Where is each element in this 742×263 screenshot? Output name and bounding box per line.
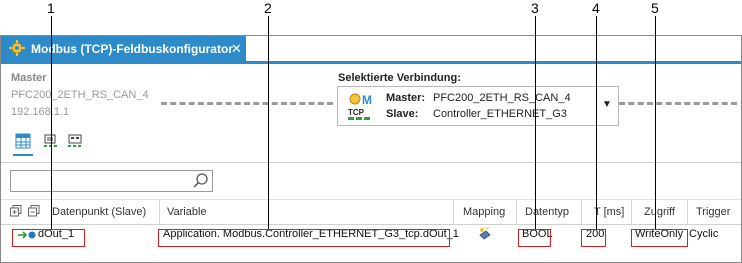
callout-box-1 <box>12 229 85 247</box>
close-icon[interactable]: ✕ <box>231 41 242 57</box>
connection-slave-key: Slave: <box>386 108 419 120</box>
device-view-icon[interactable] <box>67 133 83 149</box>
callout-1: 1 <box>47 0 55 16</box>
table-header: Datenpunkt (Slave) Variable Mapping Date… <box>1 199 741 225</box>
column-interval[interactable]: T [ms] <box>594 206 624 218</box>
connection-select[interactable]: M TCP Master: PFC200_2ETH_RS_CAN_4 Slave… <box>337 86 619 126</box>
trigger-value[interactable]: Cyclic <box>689 228 718 240</box>
column-mapping[interactable]: Mapping <box>463 206 505 218</box>
callout-leader-5 <box>655 16 656 229</box>
column-separator <box>516 200 517 224</box>
connection-line-left <box>161 102 333 105</box>
section-divider <box>1 162 741 163</box>
column-datapoint[interactable]: Datenpunkt (Slave) <box>52 206 146 218</box>
column-separator <box>687 200 688 224</box>
tab-modbus-configurator[interactable]: Modbus (TCP)-Feldbuskonfigurator ✕ <box>1 36 246 61</box>
column-datatype[interactable]: Datentyp <box>525 206 569 218</box>
callout-box-5 <box>631 229 688 247</box>
column-variable[interactable]: Variable <box>167 206 207 218</box>
callout-leader-4 <box>596 16 597 229</box>
chevron-down-icon[interactable]: ▼ <box>602 99 612 110</box>
modbus-tcp-icon: M TCP <box>348 93 372 120</box>
tab-strip: Modbus (TCP)-Feldbuskonfigurator ✕ <box>1 36 741 64</box>
selected-connection-label: Selektierte Verbindung: <box>338 72 461 84</box>
callout-3: 3 <box>531 0 539 16</box>
connection-master-key: Master: <box>386 92 426 104</box>
search-icon[interactable] <box>192 172 210 190</box>
callout-leader-2 <box>268 16 269 229</box>
connection-line-right <box>619 102 737 105</box>
table-view-icon[interactable] <box>15 133 31 149</box>
callout-2: 2 <box>264 0 272 16</box>
connection-master-value: PFC200_2ETH_RS_CAN_4 <box>433 92 571 104</box>
mapping-icon[interactable] <box>477 226 493 242</box>
callout-leader-3 <box>535 16 536 229</box>
svg-text:M: M <box>362 93 372 107</box>
master-heading: Master <box>11 72 47 84</box>
search-input[interactable] <box>10 170 213 192</box>
connection-slave-value: Controller_ETHERNET_G3 <box>433 108 567 120</box>
callout-box-3 <box>518 229 551 247</box>
callout-box-4 <box>581 229 606 247</box>
callout-4: 4 <box>592 0 600 16</box>
master-ip-address: 192.168.1.1 <box>11 106 70 118</box>
column-separator <box>581 200 582 224</box>
callout-box-2 <box>158 229 450 247</box>
callout-5: 5 <box>651 0 659 16</box>
expand-all-icon[interactable] <box>10 205 22 217</box>
collapse-all-icon[interactable] <box>28 205 40 217</box>
column-access[interactable]: Zugriff <box>644 206 675 218</box>
callout-leader-1 <box>51 16 52 229</box>
active-view-indicator <box>13 154 33 156</box>
column-trigger[interactable]: Trigger <box>696 206 730 218</box>
column-separator <box>159 200 160 224</box>
config-gear-icon <box>9 40 25 56</box>
tcp-icon-text: TCP <box>348 108 365 117</box>
master-device-name: PFC200_2ETH_RS_CAN_4 <box>11 89 149 101</box>
tab-title: Modbus (TCP)-Feldbuskonfigurator <box>31 42 233 56</box>
column-separator <box>631 200 632 224</box>
column-separator <box>453 200 454 224</box>
